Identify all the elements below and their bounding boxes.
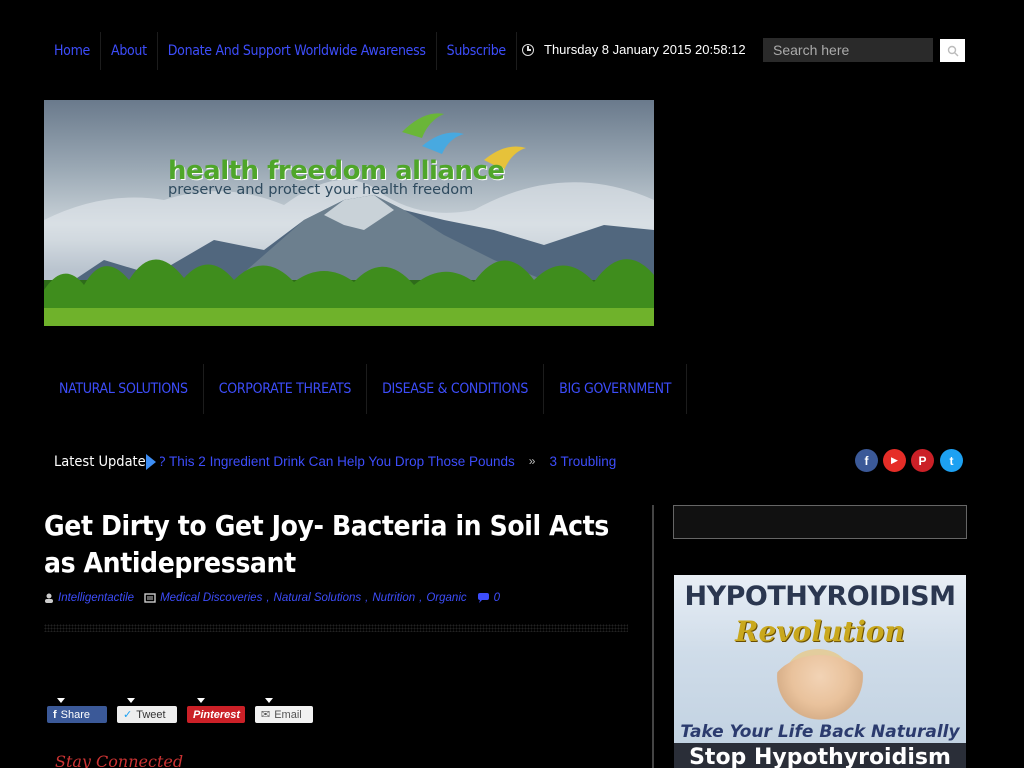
comments-icon [477,593,489,603]
nav-subscribe[interactable]: Subscribe [437,32,517,70]
cat-corporate-threats[interactable]: CORPORATE THREATS [204,364,368,414]
banner-tagline: preserve and protect your health freedom [168,182,474,198]
post-category[interactable]: Organic [426,592,466,604]
facebook-icon: f [53,708,57,721]
ticker-label: Latest Update [54,454,146,470]
post-author[interactable]: Intelligentactile [58,592,134,604]
envelope-icon: ✉ [261,709,271,721]
post-category[interactable]: Nutrition [372,592,415,604]
nav-donate[interactable]: Donate And Support Worldwide Awareness [158,32,437,70]
post-comment-count[interactable]: 0 [494,592,500,604]
ad-subheadline: Revolution [735,615,905,648]
email-share-button[interactable]: ✉ Email [255,698,313,723]
sidebar-widget-box [673,505,967,539]
share-label: Tweet [136,708,166,721]
cat-big-government[interactable]: BIG GOVERNMENT [544,364,688,414]
ticker-item[interactable]: 3 Troubling [549,454,616,469]
clock-icon [522,43,534,56]
sidebar-ad[interactable]: HYPOTHYROIDISM Revolution Take Your Life… [674,575,966,768]
ticker-arrow-icon [146,454,156,470]
category-nav: NATURAL SOLUTIONS CORPORATE THREATS DISE… [44,364,688,414]
signature-image: Stay Connected [55,752,184,768]
post-title: Get Dirty to Get Joy- Bacteria in Soil A… [44,509,609,579]
double-chevron-icon: » [528,454,536,468]
share-label: Email [274,708,302,721]
ad-headline: HYPOTHYROIDISM [684,581,956,612]
post-category[interactable]: Medical Discoveries [160,592,262,604]
youtube-icon[interactable]: ▶ [883,449,906,472]
post-meta: Intelligentactile Medical Discoveries, N… [44,592,500,604]
twitter-bird-icon: ✓ [123,709,133,721]
datetime-text: Thursday 8 January 2015 20:58:12 [544,42,746,57]
search-icon [947,45,958,56]
datetime-display: Thursday 8 January 2015 20:58:12 [522,42,746,57]
site-banner[interactable]: health freedom alliance preserve and pro… [44,100,654,326]
post-category[interactable]: Natural Solutions [274,592,362,604]
cat-disease-conditions[interactable]: DISEASE & CONDITIONS [367,364,545,414]
book-icon [144,593,156,603]
meta-divider [44,624,628,632]
search-button[interactable] [940,39,965,62]
facebook-share-button[interactable]: f Share [47,698,107,723]
share-label: Share [60,708,91,721]
share-label: Pinterest [193,708,241,721]
ad-tagline: Take Your Life Back Naturally [680,722,960,742]
ticker-item[interactable]: r Resolution? This 2 Ingredient Drink Ca… [160,454,515,469]
tweet-button[interactable]: ✓ Tweet [117,698,177,723]
share-buttons: f Share ✓ Tweet Pinterest ✉ Email [47,698,313,723]
user-icon [45,593,53,603]
column-divider [652,505,654,768]
ad-cta: Stop Hypothyroidism [674,743,966,768]
ticker: r Resolution? This 2 Ingredient Drink Ca… [160,452,720,474]
nav-about[interactable]: About [101,32,158,70]
banner-landscape [44,113,654,326]
search-input[interactable] [763,38,933,62]
top-nav: Home About Donate And Support Worldwide … [44,32,517,70]
pinterest-icon[interactable]: P [911,449,934,472]
ad-photo [770,655,870,727]
nav-home[interactable]: Home [44,32,102,70]
twitter-icon[interactable]: t [940,449,963,472]
pinterest-share-button[interactable]: Pinterest [187,698,245,723]
facebook-icon[interactable]: f [855,449,878,472]
cat-natural-solutions[interactable]: NATURAL SOLUTIONS [44,364,204,414]
